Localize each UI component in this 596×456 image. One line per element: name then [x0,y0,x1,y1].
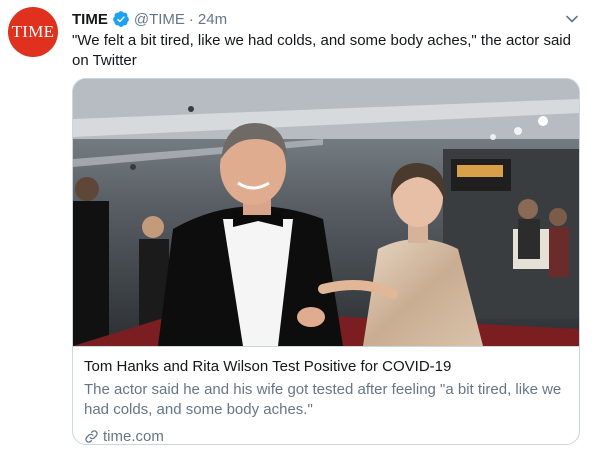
card-domain[interactable]: time.com [103,428,164,444]
chevron-down-icon[interactable] [564,11,580,27]
verified-badge-icon [112,11,129,27]
card-title[interactable]: Tom Hanks and Rita Wilson Test Positive … [84,358,451,375]
avatar-logo-text: TIME [11,22,55,41]
card-body[interactable]: Tom Hanks and Rita Wilson Test Positive … [73,346,579,444]
card-description: The actor said he and his wife got teste… [84,381,562,418]
separator-dot: · [188,10,194,28]
author-name[interactable]: TIME [72,11,108,28]
link-card[interactable]: Tom Hanks and Rita Wilson Test Positive … [72,78,580,445]
avatar[interactable]: TIME [8,7,58,57]
card-image[interactable] [73,79,579,346]
link-icon [85,430,98,443]
author-handle[interactable]: @TIME [134,11,185,28]
tweet-text: "We felt a bit tired, like we had colds,… [72,32,571,69]
timestamp[interactable]: 24m [198,11,227,28]
card-link[interactable]: time.com [84,428,164,444]
tweet-header: TIME @TIME · 24m [72,9,227,29]
